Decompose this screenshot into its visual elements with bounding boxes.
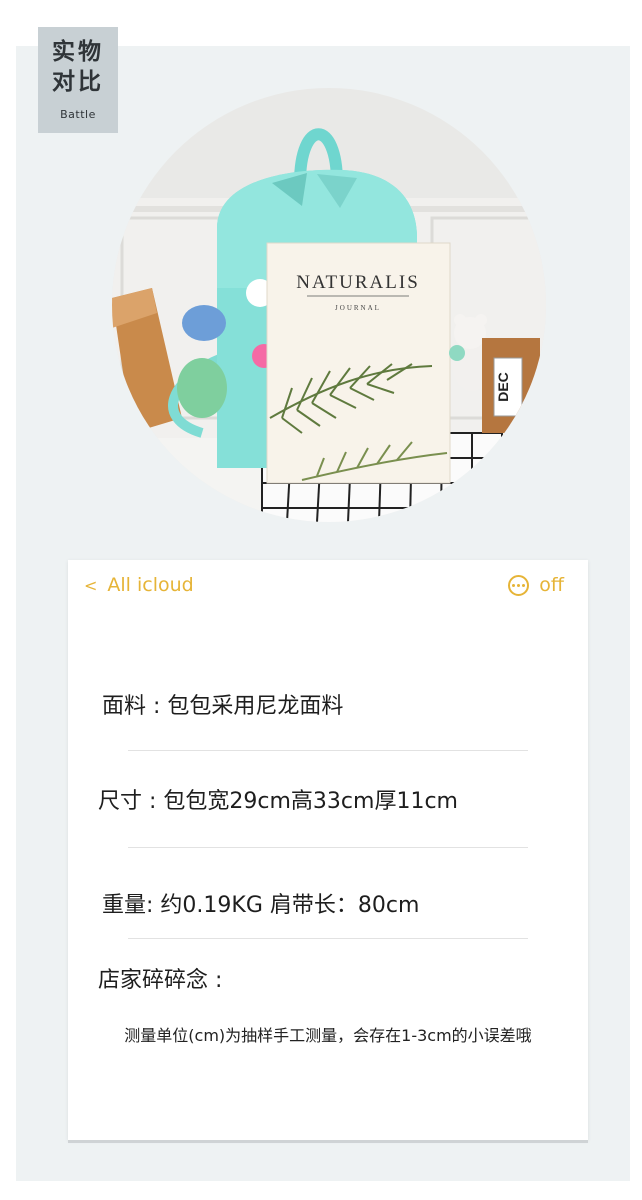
badge-line-3: Battle <box>60 108 96 121</box>
size-row: 尺寸 : 包包宽29cm高33cm厚11cm <box>98 783 458 815</box>
size-label: 尺寸 <box>98 789 143 814</box>
weight-label: 重量: <box>102 893 154 918</box>
back-label: All icloud <box>107 574 194 596</box>
dec-tag-text: DEC <box>495 372 511 402</box>
off-label: off <box>539 574 564 596</box>
divider <box>128 847 528 848</box>
ellipsis-circle-icon <box>508 574 530 596</box>
notes-title-row: 店家碎碎念 : <box>98 962 222 994</box>
notes-card: < All icloud off 面料 : 包包采用尼龙面料 尺寸 : 包包宽2… <box>68 560 588 1140</box>
material-value: : 包包采用尼龙面料 <box>146 694 344 719</box>
more-options-button[interactable]: off <box>508 574 564 596</box>
weight-row: 重量: 约0.19KG 肩带长：80cm <box>102 887 419 919</box>
measurement-disclaimer: 测量单位(cm)为抽样手工测量，会存在1-3cm的小误差哦 <box>124 1026 532 1045</box>
material-label: 面料 <box>102 694 147 719</box>
journal-title: NATURALIS <box>296 272 420 293</box>
badge-line-2: 对比 <box>52 69 104 95</box>
product-photo: NATURALIS JOURNAL DEC <box>112 88 546 522</box>
journal-book: NATURALIS JOURNAL <box>266 242 451 484</box>
badge-line-1: 实物 <box>52 39 104 65</box>
divider <box>128 750 528 751</box>
notes-title-label: 店家碎碎念 <box>98 968 209 993</box>
size-value: : 包包宽29cm高33cm厚11cm <box>142 789 458 814</box>
dec-tag: DEC <box>493 357 523 417</box>
journal-subtitle: JOURNAL <box>335 304 381 312</box>
divider <box>128 938 528 939</box>
back-to-icloud-button[interactable]: < All icloud <box>84 574 194 596</box>
notes-title-colon: : <box>208 968 223 993</box>
material-row: 面料 : 包包采用尼龙面料 <box>102 688 343 720</box>
comparison-badge: 实物 对比 Battle <box>38 27 118 133</box>
chevron-left-icon: < <box>84 575 98 595</box>
weight-value: 约0.19KG 肩带长：80cm <box>153 893 420 918</box>
